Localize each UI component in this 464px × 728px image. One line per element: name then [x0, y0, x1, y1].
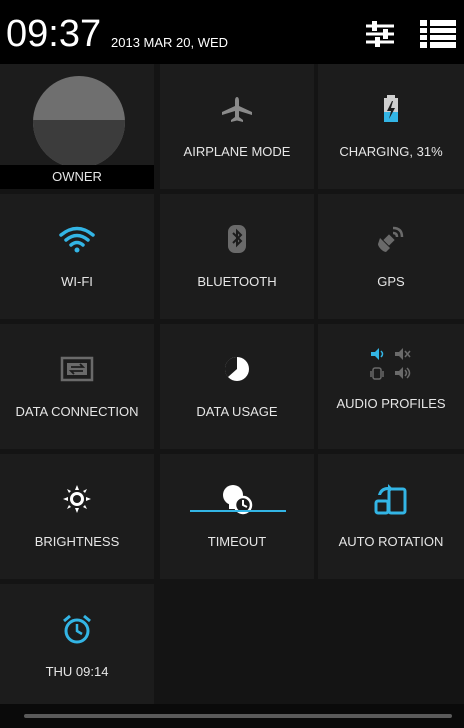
tile-label: TIMEOUT: [207, 534, 267, 549]
drag-handle[interactable]: [24, 714, 452, 718]
gps-tile[interactable]: GPS: [318, 194, 464, 319]
settings-sliders-icon[interactable]: [362, 18, 398, 50]
list-view-icon[interactable]: [418, 18, 456, 50]
status-header: 09:37 2013 MAR 20, WED: [0, 0, 464, 64]
airplane-icon: [220, 94, 254, 124]
clock-date: 2013 MAR 20, WED: [111, 35, 229, 50]
bluetooth-tile[interactable]: BLUETOOTH: [160, 194, 314, 319]
wifi-tile[interactable]: WI-FI: [0, 194, 154, 319]
data-usage-tile[interactable]: DATA USAGE: [160, 324, 314, 449]
wifi-icon: [58, 224, 96, 254]
bluetooth-icon: [227, 224, 247, 254]
notification-handle-area[interactable]: [0, 704, 464, 728]
data-connection-icon: [60, 354, 94, 384]
tile-label: DATA USAGE: [196, 404, 278, 419]
data-connection-tile[interactable]: DATA CONNECTION: [0, 324, 154, 449]
data-usage-icon: [222, 354, 252, 384]
gps-satellite-icon: [376, 224, 406, 254]
airplane-mode-tile[interactable]: AIRPLANE MODE: [160, 64, 314, 189]
tile-label: AUDIO PROFILES: [336, 396, 446, 411]
timeout-tile[interactable]: TIMEOUT: [160, 454, 314, 579]
audio-profiles-tile[interactable]: AUDIO PROFILES: [318, 324, 464, 449]
timeout-underline: [190, 510, 286, 512]
auto-rotation-tile[interactable]: AUTO ROTATION: [318, 454, 464, 579]
avatar: [33, 76, 125, 168]
alarm-tile[interactable]: THU 09:14: [0, 584, 154, 709]
charging-tile[interactable]: CHARGING, 31%: [318, 64, 464, 189]
owner-tile[interactable]: OWNER: [0, 64, 154, 189]
tile-label: WI-FI: [61, 274, 93, 289]
battery-charging-icon: [381, 94, 401, 124]
clock-time: 09:37: [6, 13, 102, 55]
brightness-icon: [62, 484, 92, 514]
tile-label: GPS: [377, 274, 405, 289]
tile-label: AIRPLANE MODE: [183, 144, 291, 159]
alarm-clock-icon: [61, 614, 93, 644]
audio-profiles-icon: [369, 346, 413, 384]
auto-rotation-icon: [374, 484, 408, 515]
tile-label: BLUETOOTH: [197, 274, 277, 289]
tile-label: DATA CONNECTION: [15, 404, 139, 419]
tile-label: BRIGHTNESS: [34, 534, 120, 549]
owner-label: OWNER: [52, 169, 102, 184]
brightness-tile[interactable]: BRIGHTNESS: [0, 454, 154, 579]
tile-label: AUTO ROTATION: [338, 534, 444, 549]
tile-label: THU 09:14: [45, 664, 109, 679]
tile-label: CHARGING, 31%: [339, 144, 443, 159]
